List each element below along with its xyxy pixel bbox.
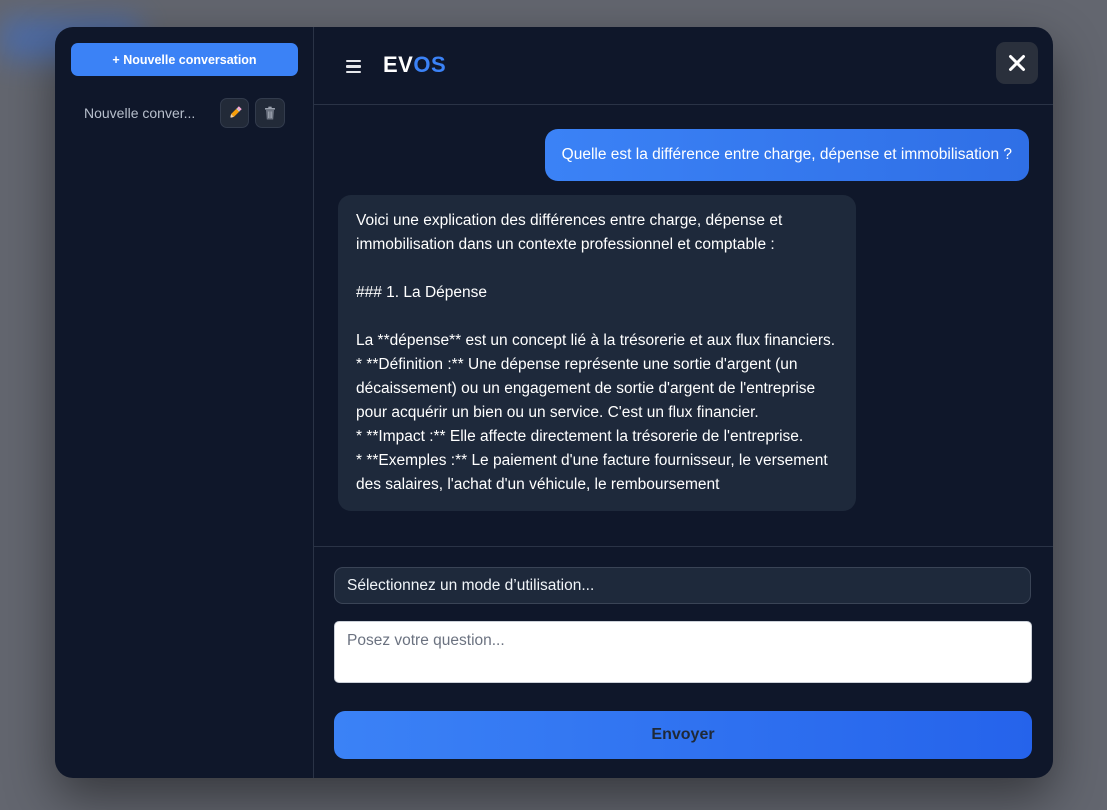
main-panel: EVOS Quelle est la différence entre char…	[314, 27, 1053, 778]
user-message: Quelle est la différence entre charge, d…	[544, 129, 1029, 181]
brand-ev: EV	[383, 52, 414, 77]
sidebar: + Nouvelle conversation Nouvelle conver.…	[55, 27, 314, 778]
mode-select[interactable]: Sélectionnez un mode d’utilisation...	[334, 567, 1031, 604]
assistant-message: Voici une explication des différences en…	[338, 195, 856, 511]
hamburger-icon[interactable]	[346, 60, 361, 73]
conversation-item[interactable]: Nouvelle conver...	[71, 97, 285, 129]
edit-conversation-button[interactable]	[219, 98, 250, 128]
question-input[interactable]	[334, 621, 1032, 683]
chat-area[interactable]: Quelle est la différence entre charge, d…	[314, 105, 1053, 546]
footer-divider	[314, 546, 1053, 547]
conversation-title[interactable]: Nouvelle conver...	[71, 105, 214, 121]
new-conversation-button[interactable]: + Nouvelle conversation	[71, 43, 298, 76]
chat-modal: + Nouvelle conversation Nouvelle conver.…	[55, 27, 1053, 778]
trash-icon	[265, 106, 276, 120]
header: EVOS	[314, 27, 1053, 105]
brand-os: OS	[413, 52, 447, 77]
brand-logo: EVOS	[383, 52, 446, 78]
close-icon	[1009, 55, 1025, 71]
pencil-icon	[229, 106, 242, 118]
delete-conversation-button[interactable]	[255, 98, 285, 128]
send-button[interactable]: Envoyer	[334, 711, 1032, 759]
close-button[interactable]	[996, 42, 1038, 84]
